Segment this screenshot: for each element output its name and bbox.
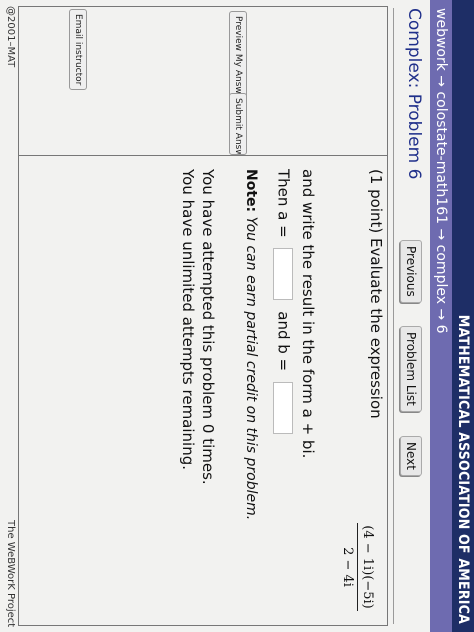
submit-answers-button[interactable]: Submit Answers (229, 93, 247, 155)
answer-a-label: Then a = (274, 169, 293, 238)
breadcrumb-separator: → (433, 308, 449, 321)
partial-credit-note: Note: You can earn partial credit on thi… (243, 169, 259, 520)
note-text: You can earn partial credit on this prob… (243, 216, 259, 521)
breadcrumb-separator: → (433, 228, 449, 241)
expression-fraction: (4 − 1i)(−5i) 2 − 4i (340, 523, 375, 611)
breadcrumb: webwork → colostate-math161 → complex → … (430, 0, 452, 632)
sidebar: Preview My Answers Submit Answers Email … (19, 7, 387, 156)
fraction-denominator: 2 − 4i (340, 547, 355, 587)
footer-webwork-link[interactable]: The WeBWorK Project (5, 520, 16, 627)
problem-instruction: and write the result in the form a + bi. (299, 169, 317, 459)
next-button[interactable]: Next (400, 436, 422, 476)
email-instructor-button[interactable]: Email instructor (69, 9, 87, 91)
attempts-remaining-text: You have unlimited attempts remaining. (179, 169, 197, 471)
webwork-page: MATHEMATICAL ASSOCIATION OF AMERICA webw… (0, 0, 474, 632)
title-row: Complex: Problem 6 Previous Problem List… (396, 0, 426, 632)
footer-copyright: @2001–MAT (5, 6, 16, 68)
breadcrumb-separator: → (433, 75, 449, 88)
previous-button[interactable]: Previous (400, 240, 422, 303)
divider (393, 8, 394, 624)
breadcrumb-problem: 6 (433, 324, 449, 334)
problem-list-button[interactable]: Problem List (400, 326, 422, 412)
breadcrumb-set-link[interactable]: complex (433, 245, 449, 304)
problem-prompt: (1 point) Evaluate the expression (367, 169, 385, 419)
breadcrumb-course-link[interactable]: colostate-math161 (433, 91, 449, 224)
problem-panel: Preview My Answers Submit Answers Email … (18, 6, 388, 626)
answer-b-label: and b = (274, 311, 293, 372)
breadcrumb-webwork-link[interactable]: webwork (433, 8, 449, 71)
problem-content: (1 point) Evaluate the expression (4 − 1… (19, 163, 387, 619)
page-title: Complex: Problem 6 (404, 8, 424, 180)
note-label: Note: (243, 169, 259, 213)
attempts-text: You have attempted this problem 0 times. (199, 169, 217, 485)
answer-row: Then a = and b = (273, 169, 293, 440)
fraction-numerator: (4 − 1i)(−5i) (357, 523, 375, 611)
answer-b-input[interactable] (273, 381, 293, 434)
answer-a-input[interactable] (273, 248, 293, 301)
maa-banner: MATHEMATICAL ASSOCIATION OF AMERICA (452, 0, 474, 632)
